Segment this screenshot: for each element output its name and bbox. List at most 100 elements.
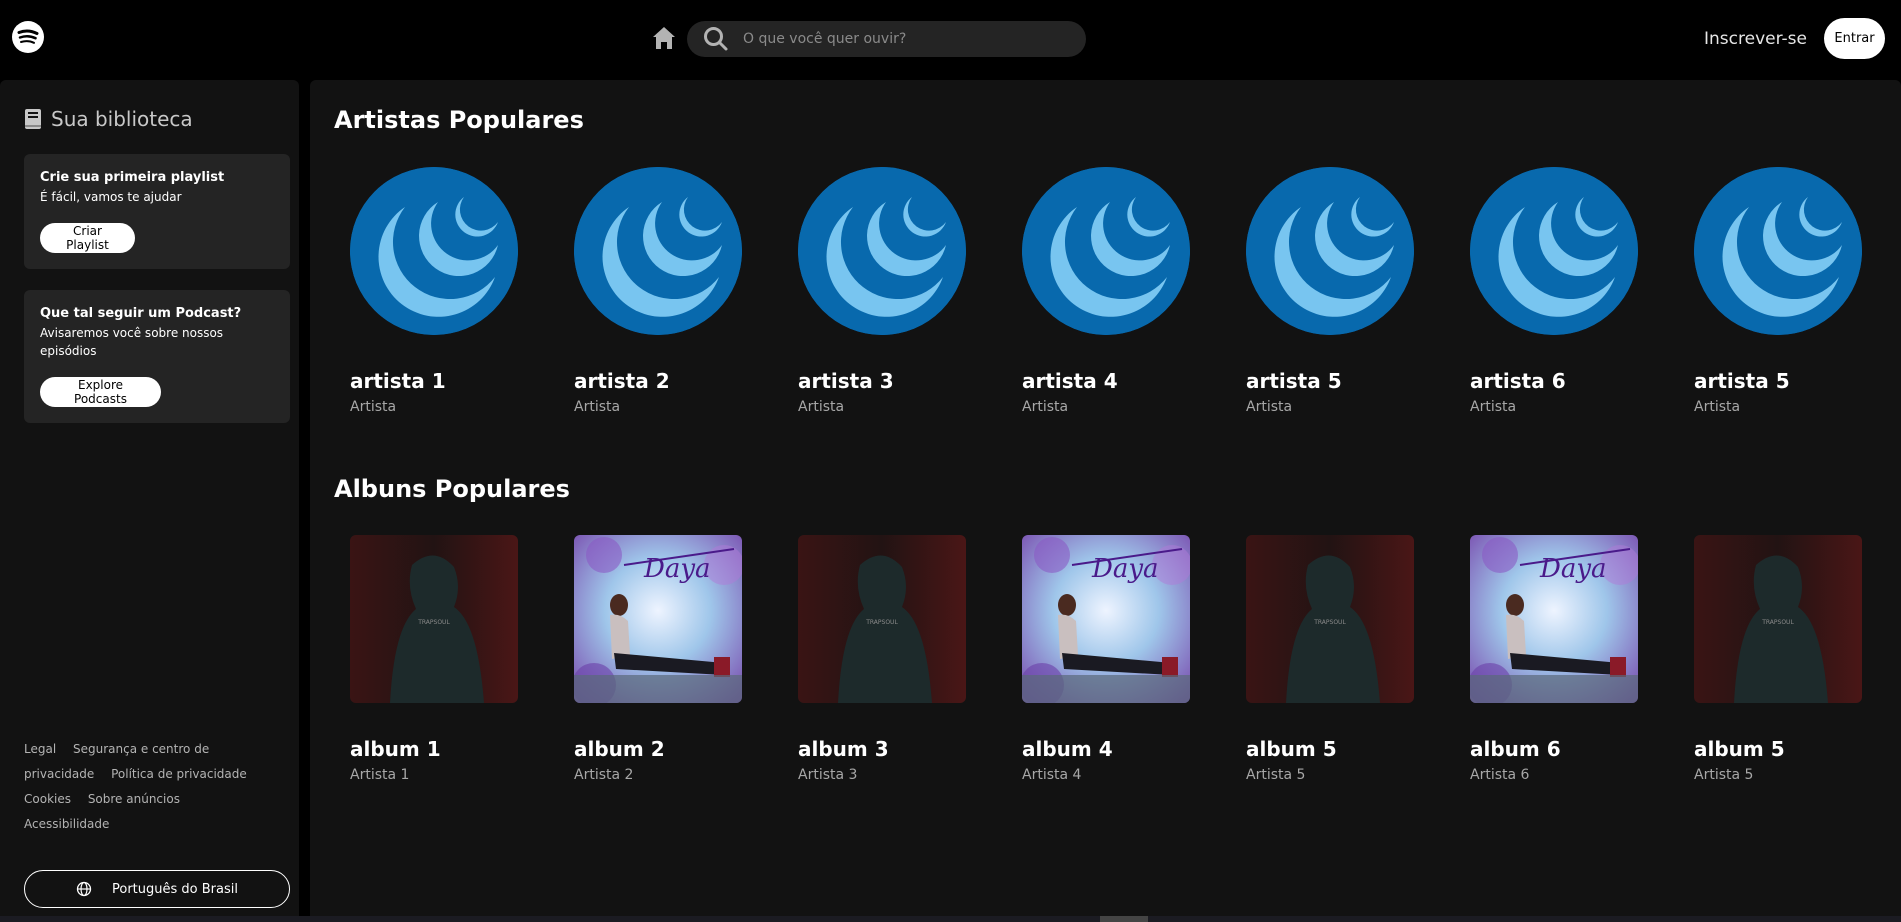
album-name: album 3 <box>798 737 889 761</box>
artists-row: artista 1 Artista artista 2 Artista arti… <box>350 167 1901 415</box>
artist-subtitle: Artista <box>350 399 397 415</box>
footer-link-legal[interactable]: Legal <box>24 742 56 756</box>
search-bar[interactable] <box>687 21 1086 57</box>
footer-link-ads[interactable]: Sobre anúncios <box>88 792 180 806</box>
album-artist: Artista 5 <box>1246 767 1306 783</box>
create-playlist-title: Crie sua primeira playlist <box>40 170 225 185</box>
album-artist: Artista 6 <box>1470 767 1530 783</box>
album-name: album 5 <box>1246 737 1337 761</box>
library-sidebar: Sua biblioteca Crie sua primeira playlis… <box>0 80 299 922</box>
album-cover-text: Daya <box>1091 554 1159 584</box>
podcast-card: Que tal seguir um Podcast? Avisaremos vo… <box>24 290 290 423</box>
album-cover-text: TRAPSOUL <box>417 619 450 626</box>
artist-avatar <box>1470 167 1638 335</box>
language-button[interactable]: Português do Brasil <box>24 870 290 908</box>
spotify-logo-icon[interactable] <box>12 21 44 53</box>
album-card[interactable]: TRAPSOUL album 5 Artista 5 <box>1694 535 1862 783</box>
album-artist: Artista 1 <box>350 767 410 783</box>
album-cover-text: TRAPSOUL <box>1313 619 1346 626</box>
moon-logo-icon <box>1246 167 1414 335</box>
language-label: Português do Brasil <box>112 881 238 897</box>
scrollbar-thumb[interactable] <box>1100 916 1148 922</box>
search-icon <box>704 27 728 51</box>
album-artist: Artista 5 <box>1694 767 1754 783</box>
album-artist: Artista 2 <box>574 767 634 783</box>
artist-avatar <box>1694 167 1862 335</box>
moon-logo-icon <box>350 167 518 335</box>
artist-name: artista 3 <box>798 369 894 393</box>
moon-logo-icon <box>574 167 742 335</box>
album-cover-daya: Daya <box>1470 535 1638 703</box>
main-content: Artistas Populares artista 1 Artista art… <box>310 80 1901 922</box>
album-cover-text: Daya <box>1539 554 1607 584</box>
home-icon[interactable] <box>650 24 678 52</box>
album-artist: Artista 4 <box>1022 767 1082 783</box>
artist-subtitle: Artista <box>1246 399 1293 415</box>
artist-avatar <box>574 167 742 335</box>
album-cover-daya: Daya <box>574 535 742 703</box>
album-name: album 2 <box>574 737 665 761</box>
artist-avatar <box>1022 167 1190 335</box>
create-playlist-text: É fácil, vamos te ajudar <box>40 190 182 204</box>
podcast-title: Que tal seguir um Podcast? <box>40 306 242 321</box>
login-button[interactable]: Entrar <box>1824 18 1885 59</box>
artist-subtitle: Artista <box>1694 399 1741 415</box>
album-name: album 5 <box>1694 737 1785 761</box>
album-name: album 4 <box>1022 737 1113 761</box>
album-card[interactable]: Daya album 4 Artista 4 <box>1022 535 1190 783</box>
album-name: album 6 <box>1470 737 1561 761</box>
artist-avatar <box>798 167 966 335</box>
artist-card[interactable]: artista 3 Artista <box>798 167 966 415</box>
album-cover-daya: Daya <box>1022 535 1190 703</box>
album-name: album 1 <box>350 737 441 761</box>
album-card[interactable]: TRAPSOUL album 1 Artista 1 <box>350 535 518 783</box>
library-title: Sua biblioteca <box>51 107 193 131</box>
artist-avatar <box>1246 167 1414 335</box>
artist-card[interactable]: artista 5 Artista <box>1246 167 1414 415</box>
library-header[interactable]: Sua biblioteca <box>23 107 193 131</box>
artist-card[interactable]: artista 4 Artista <box>1022 167 1190 415</box>
artists-section-title: Artistas Populares <box>334 106 584 134</box>
footer-link-cookies[interactable]: Cookies <box>24 792 71 806</box>
album-card[interactable]: TRAPSOUL album 3 Artista 3 <box>798 535 966 783</box>
album-cover-text: TRAPSOUL <box>1761 619 1794 626</box>
moon-logo-icon <box>1694 167 1862 335</box>
artist-name: artista 5 <box>1694 369 1790 393</box>
album-cover-text: TRAPSOUL <box>865 619 898 626</box>
artist-card[interactable]: artista 1 Artista <box>350 167 518 415</box>
album-artist: Artista 3 <box>798 767 858 783</box>
artist-card[interactable]: artista 6 Artista <box>1470 167 1638 415</box>
artist-subtitle: Artista <box>1022 399 1069 415</box>
artist-name: artista 6 <box>1470 369 1566 393</box>
horizontal-scrollbar[interactable] <box>0 916 1901 922</box>
album-cover-text: Daya <box>643 554 711 584</box>
album-cover-trapsoul: TRAPSOUL <box>1246 535 1414 703</box>
search-input[interactable] <box>743 31 1073 47</box>
artist-name: artista 4 <box>1022 369 1118 393</box>
artist-name: artista 1 <box>350 369 446 393</box>
moon-logo-icon <box>798 167 966 335</box>
artist-card[interactable]: artista 2 Artista <box>574 167 742 415</box>
album-card[interactable]: TRAPSOUL album 5 Artista 5 <box>1246 535 1414 783</box>
artist-avatar <box>350 167 518 335</box>
footer-link-accessibility[interactable]: Acessibilidade <box>24 817 109 831</box>
explore-podcasts-button[interactable]: Explore Podcasts <box>40 377 161 407</box>
moon-logo-icon <box>1022 167 1190 335</box>
create-playlist-card: Crie sua primeira playlist É fácil, vamo… <box>24 154 290 269</box>
create-playlist-button[interactable]: Criar Playlist <box>40 223 135 253</box>
top-bar: Inscrever-se Entrar <box>0 0 1901 80</box>
album-cover-trapsoul: TRAPSOUL <box>1694 535 1862 703</box>
footer-links: Legal Segurança e centro de privacidade … <box>24 737 274 837</box>
albums-section-title: Albuns Populares <box>334 475 570 503</box>
footer-link-privacy-policy[interactable]: Política de privacidade <box>111 767 247 781</box>
signup-link[interactable]: Inscrever-se <box>1704 29 1807 49</box>
album-card[interactable]: Daya album 2 Artista 2 <box>574 535 742 783</box>
moon-logo-icon <box>1470 167 1638 335</box>
albums-row: TRAPSOUL album 1 Artista 1 Daya album 2 … <box>350 535 1901 783</box>
artist-subtitle: Artista <box>798 399 845 415</box>
artist-card[interactable]: artista 5 Artista <box>1694 167 1862 415</box>
artist-subtitle: Artista <box>574 399 621 415</box>
globe-icon <box>76 881 92 897</box>
album-card[interactable]: Daya album 6 Artista 6 <box>1470 535 1638 783</box>
artist-subtitle: Artista <box>1470 399 1517 415</box>
